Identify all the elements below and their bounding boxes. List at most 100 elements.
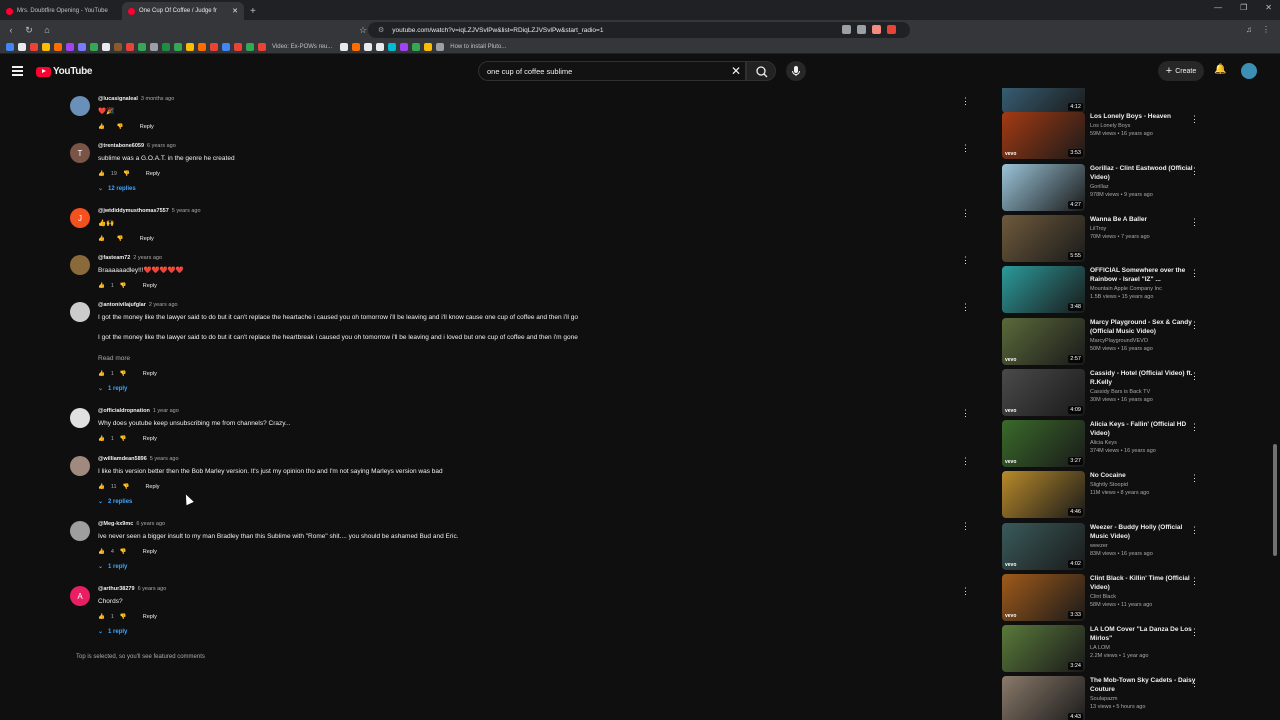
bookmark-icon[interactable]: [198, 42, 206, 51]
video-menu-icon[interactable]: ⋮: [1190, 678, 1199, 689]
video-menu-icon[interactable]: ⋮: [1190, 166, 1199, 177]
comment-menu-icon[interactable]: ⋮: [961, 586, 970, 597]
bookmark-icon[interactable]: [114, 42, 122, 51]
menu-icon[interactable]: ⋮: [1262, 25, 1270, 34]
read-more-link[interactable]: Read more: [98, 354, 968, 364]
video-title[interactable]: The Mob-Town Sky Cadets - Daisy Couture: [1090, 676, 1198, 694]
dislike-icon[interactable]: 👎: [117, 124, 124, 130]
channel-name[interactable]: Los Lonely Boys: [1090, 123, 1198, 129]
sidebar-video[interactable]: 3:48 OFFICIAL Somewhere over the Rainbow …: [1002, 266, 1207, 314]
comment-menu-icon[interactable]: ⋮: [961, 408, 970, 419]
reply-button[interactable]: Reply: [143, 614, 157, 620]
bookmark-icon[interactable]: [42, 42, 50, 51]
video-title[interactable]: No Cocaine: [1090, 471, 1198, 480]
bookmark-icon[interactable]: [6, 42, 14, 51]
reply-button[interactable]: Reply: [145, 484, 159, 490]
address-bar[interactable]: ⚙ youtube.com/watch?v=iqLZJVSvlPw&list=R…: [368, 22, 910, 38]
video-menu-icon[interactable]: ⋮: [1190, 473, 1199, 484]
like-icon[interactable]: 👍: [98, 549, 105, 555]
commenter-avatar[interactable]: [70, 408, 90, 428]
bookmark-label[interactable]: How to install Pluto...: [450, 44, 506, 50]
bookmark-video-icon[interactable]: [258, 42, 266, 51]
commenter-avatar[interactable]: J: [70, 208, 90, 228]
commenter-avatar[interactable]: [70, 255, 90, 275]
video-menu-icon[interactable]: ⋮: [1190, 371, 1199, 382]
sidebar-video[interactable]: vevo 3:33 Clint Black - Killin' Time (Offi…: [1002, 574, 1207, 622]
reply-button[interactable]: Reply: [140, 124, 154, 130]
channel-name[interactable]: weezer: [1090, 543, 1198, 549]
video-menu-icon[interactable]: ⋮: [1190, 627, 1199, 638]
bookmark-icon[interactable]: [246, 42, 254, 51]
bookmark-icon[interactable]: [222, 42, 230, 51]
minimize-icon[interactable]: —: [1214, 3, 1222, 12]
comment-menu-icon[interactable]: ⋮: [961, 456, 970, 467]
bookmark-icon[interactable]: [138, 42, 146, 51]
sidebar-video[interactable]: vevo 4:02 Weezer - Buddy Holly (Official M…: [1002, 523, 1207, 571]
like-icon[interactable]: 👍: [98, 484, 105, 490]
dislike-icon[interactable]: 👎: [120, 549, 127, 555]
bookmark-icon[interactable]: [234, 42, 242, 51]
site-info-icon[interactable]: ⚙: [378, 26, 384, 34]
dislike-icon[interactable]: 👎: [123, 484, 130, 490]
reply-button[interactable]: Reply: [143, 436, 157, 442]
channel-name[interactable]: MarcyPlaygroundVEVO: [1090, 338, 1198, 344]
bookmark-icon[interactable]: [340, 42, 349, 51]
video-title[interactable]: Los Lonely Boys - Heaven: [1090, 112, 1198, 121]
back-icon[interactable]: ‹: [4, 25, 18, 35]
notifications-bell-icon[interactable]: 🔔: [1214, 64, 1226, 75]
commenter-avatar[interactable]: [70, 521, 90, 541]
new-tab-icon[interactable]: +: [250, 6, 256, 17]
comment-author[interactable]: @antonivilajufglar: [98, 302, 146, 308]
video-menu-icon[interactable]: ⋮: [1190, 268, 1199, 279]
video-menu-icon[interactable]: ⋮: [1190, 320, 1199, 331]
home-icon[interactable]: ⌂: [40, 25, 54, 35]
video-thumbnail[interactable]: 4:27: [1002, 164, 1085, 211]
like-icon[interactable]: 👍: [98, 371, 105, 377]
comment-menu-icon[interactable]: ⋮: [961, 255, 970, 266]
comment-author[interactable]: @fasteam72: [98, 255, 130, 261]
channel-name[interactable]: Gorillaz: [1090, 184, 1198, 190]
dislike-icon[interactable]: 👎: [123, 171, 130, 177]
clear-search-icon[interactable]: ✕: [731, 64, 741, 78]
extension-icon[interactable]: [872, 25, 881, 34]
bookmark-icon[interactable]: [150, 42, 158, 51]
video-title[interactable]: OFFICIAL Somewhere over the Rainbow - Is…: [1090, 266, 1198, 284]
commenter-avatar[interactable]: [70, 96, 90, 116]
bookmark-icon[interactable]: [186, 42, 194, 51]
comment-menu-icon[interactable]: ⋮: [961, 143, 970, 154]
video-thumbnail[interactable]: vevo 3:53: [1002, 112, 1085, 159]
bookmark-icon[interactable]: [162, 42, 170, 51]
view-replies-button[interactable]: ⌄ 1 reply: [98, 628, 968, 636]
close-window-icon[interactable]: ✕: [1265, 3, 1272, 12]
reply-button[interactable]: Reply: [143, 549, 157, 555]
comment-author[interactable]: @lucasignaleal: [98, 96, 138, 102]
comment-author[interactable]: @arthur38279: [98, 586, 135, 592]
channel-name[interactable]: Slightly Stoopid: [1090, 482, 1198, 488]
comment-time[interactable]: 5 years ago: [172, 208, 201, 214]
bookmark-icon[interactable]: [54, 42, 62, 51]
comment-author[interactable]: @officialdropnation: [98, 408, 150, 414]
comment-time[interactable]: 5 years ago: [150, 456, 179, 462]
search-input[interactable]: one cup of coffee sublime ✕: [478, 61, 746, 81]
comment-author[interactable]: @Meg-kx9mc: [98, 521, 133, 527]
bookmark-icon[interactable]: [376, 42, 385, 51]
maximize-icon[interactable]: ❐: [1240, 3, 1247, 12]
video-thumbnail[interactable]: vevo 2:57: [1002, 318, 1085, 365]
comment-menu-icon[interactable]: ⋮: [961, 208, 970, 219]
comment-time[interactable]: 6 years ago: [136, 521, 165, 527]
video-title[interactable]: Alicia Keys - Fallin' (Official HD Video…: [1090, 420, 1198, 438]
bookmark-icon[interactable]: [90, 42, 98, 51]
channel-name[interactable]: LilTroy: [1090, 226, 1198, 232]
comment-time[interactable]: 3 months ago: [141, 96, 174, 102]
video-menu-icon[interactable]: ⋮: [1190, 114, 1199, 125]
comment-menu-icon[interactable]: ⋮: [961, 521, 970, 532]
youtube-logo[interactable]: YouTube: [36, 66, 93, 77]
video-thumbnail[interactable]: 4:12: [1002, 88, 1085, 113]
channel-name[interactable]: Clint Black: [1090, 594, 1198, 600]
reload-icon[interactable]: ↻: [22, 25, 36, 36]
video-thumbnail[interactable]: 5:55: [1002, 215, 1085, 262]
video-thumbnail[interactable]: 3:24: [1002, 625, 1085, 672]
video-thumbnail[interactable]: 3:48: [1002, 266, 1085, 313]
bookmark-icon[interactable]: [412, 42, 421, 51]
channel-name[interactable]: Cassidy Bars is Back TV: [1090, 389, 1198, 395]
